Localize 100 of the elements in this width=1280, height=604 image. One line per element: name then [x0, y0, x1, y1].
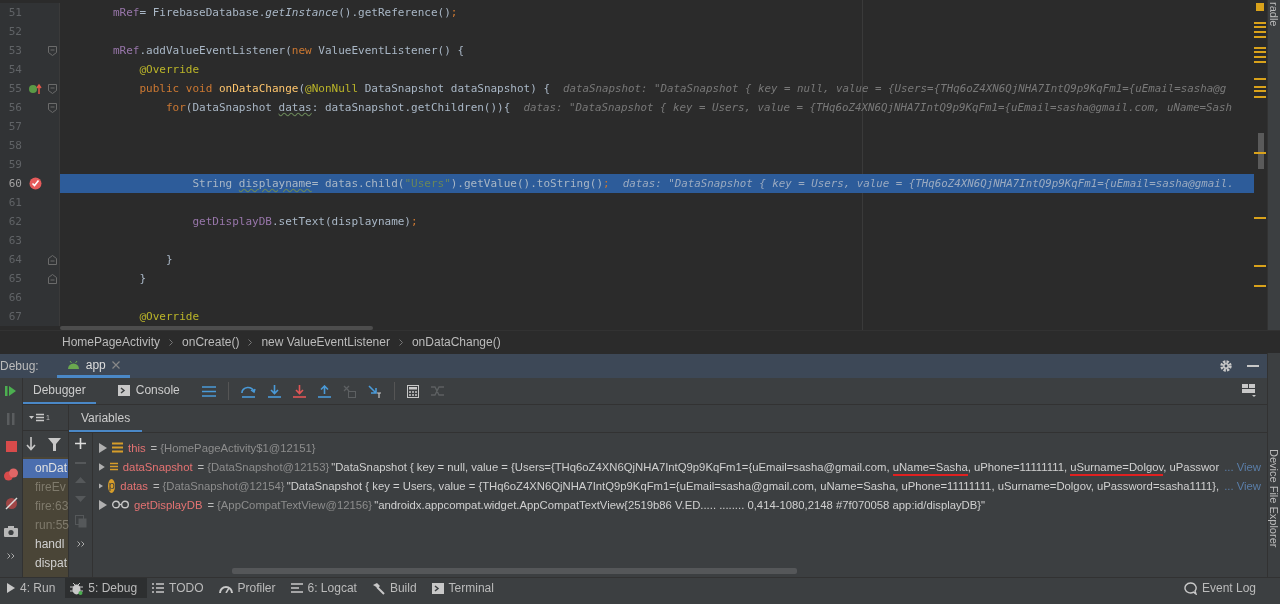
variable-name: datas [120, 479, 148, 492]
session-tab[interactable]: app [56, 354, 130, 378]
tab-label: 4: Run [20, 581, 56, 595]
code-line: getDisplayDB.setText(displayname); [191, 215, 418, 228]
tool-window-tab[interactable]: 5: Debug [65, 578, 148, 598]
equals-sign: = [150, 441, 158, 454]
resume-icon[interactable] [5, 385, 17, 397]
scrollbar[interactable] [60, 326, 373, 330]
object-reference: {AppCompatTextView@12156} [217, 498, 373, 511]
parameter-badge: p [108, 478, 116, 493]
breadcrumb[interactable]: new ValueEventListener [261, 335, 390, 349]
step-over-icon[interactable] [240, 384, 256, 398]
tab-label: Build [389, 581, 417, 595]
chevron-icon [398, 338, 403, 346]
step-out-icon[interactable] [317, 384, 331, 398]
tab-label: TODO [169, 581, 204, 595]
variable-name: this [128, 441, 146, 454]
run-to-cursor-icon[interactable] [367, 384, 382, 398]
variable-value: "androidx.appcompat.widget.AppCompatTextView{2519b86 V.ED..... ........ 0,414-1080,2148 #7f070058 app:id/displayDB}" [374, 498, 986, 511]
fold-icon[interactable] [48, 45, 57, 56]
breadcrumb[interactable]: onCreate() [182, 335, 240, 349]
tool-window-title: Debug: [0, 359, 39, 373]
tab-label: app [85, 357, 106, 372]
mute-breakpoints-icon[interactable] [4, 497, 18, 510]
code-line: @Override [138, 310, 200, 323]
tab-label: Debugger [33, 383, 86, 397]
expand-arrow-icon[interactable] [99, 461, 105, 472]
scrollbar[interactable] [232, 568, 797, 574]
tab[interactable]: Debugger [23, 378, 96, 404]
code-line: public void onDataChange(@NonNull DataSnapshot dataSnapshot) { [138, 82, 551, 95]
fold-icon[interactable] [48, 273, 57, 284]
breadcrumb[interactable]: HomePageActivity [62, 335, 161, 349]
variable-name: getDisplayDB [134, 498, 203, 511]
hammer-icon [371, 581, 385, 595]
side-tab[interactable]: radle [1268, 2, 1280, 27]
dropdown-icon[interactable] [29, 413, 45, 422]
stack-frame[interactable]: onDat [23, 459, 68, 478]
equals-sign: = [153, 479, 160, 492]
tool-window-tab[interactable]: Terminal [426, 578, 504, 598]
play-icon [7, 583, 15, 593]
layout-icon[interactable] [1242, 384, 1257, 397]
tab[interactable]: Console [107, 378, 190, 404]
console-icon [117, 384, 130, 396]
step-into-icon[interactable] [267, 384, 281, 398]
inline-value-hint: datas: "DataSnapshot { key = Users, value = {THq6oZ4XN6QjNHA7IntQ9p9KqFm1={uEmail=sasha@gmail. [622, 177, 1234, 190]
add-icon[interactable] [75, 438, 86, 449]
more-icon[interactable] [7, 553, 15, 559]
object-reference: {DataSnapshot@12153} [207, 460, 330, 473]
tool-window-tab[interactable]: Build [366, 578, 427, 598]
fold-icon[interactable] [48, 83, 57, 94]
tool-window-tab[interactable]: TODO [147, 578, 214, 598]
terminal-icon [431, 582, 444, 594]
settings-icon[interactable] [1219, 359, 1233, 373]
variable-value: "DataSnapshot { key = null, value = {Users={THq6oZ4XN6QjNHA7IntQ9p9KqFm1={uEmail=sasha@gmail.com, uName=Sasha, uPhone=11111111, uSurname=Dolgov, uPasswor [331, 460, 1220, 473]
down-arrow-icon[interactable] [26, 437, 36, 451]
filter-icon[interactable] [48, 437, 61, 451]
minimize-icon[interactable] [1247, 364, 1259, 368]
menu-icon[interactable] [201, 385, 216, 397]
chevron-icon [169, 338, 174, 346]
tab-label: Console [135, 383, 180, 397]
tool-window-tab[interactable]: 6: Logcat [285, 578, 367, 598]
breadcrumb[interactable]: onDataChange() [411, 335, 501, 349]
inline-value-hint: datas: "DataSnapshot { key = Users, value = {THq6oZ4XN6QjNHA7IntQ9p9KqFm1={uEmail=sasha@gmail.com, uName=Sash [523, 101, 1232, 114]
speech-bubble-icon [1183, 581, 1197, 595]
override-icon[interactable] [28, 82, 42, 95]
line-number: 60 [7, 177, 22, 190]
tool-window-tab[interactable]: 4: Run [2, 578, 66, 598]
tab-label: 5: Debug [88, 581, 138, 595]
expand-arrow-icon[interactable] [99, 499, 107, 510]
variable-name: dataSnapshot [122, 460, 193, 473]
gauge-icon [218, 583, 233, 593]
code-line: } [164, 253, 173, 266]
breakpoints-icon[interactable] [4, 468, 18, 481]
side-tab[interactable]: Device File Explorer [1268, 449, 1280, 548]
stack-frame[interactable]: handl [23, 535, 68, 554]
field-icon [109, 461, 118, 472]
equals-sign: = [207, 498, 215, 511]
variable-value: "DataSnapshot { key = Users, value = {THq6oZ4XN6QjNHA7IntQ9p9KqFm1={uEmail=sasha@gmail.com, uName=Sasha, uPhone=11111111, uSurname=Dolgov, uPassword=sasha1111}, [286, 479, 1220, 492]
calculator-icon[interactable] [406, 384, 419, 398]
force-step-into-icon[interactable] [292, 384, 306, 398]
watch-glasses-icon [112, 500, 129, 509]
close-icon[interactable] [111, 360, 120, 369]
camera-icon[interactable] [4, 526, 18, 537]
event-log-button[interactable]: Event Log [1183, 581, 1256, 595]
code-line: } [138, 272, 147, 285]
fold-icon[interactable] [48, 102, 57, 113]
breakpoint-icon[interactable] [28, 177, 42, 190]
equals-sign: = [197, 460, 205, 473]
tab[interactable]: Variables [69, 405, 143, 432]
stop-icon[interactable] [5, 441, 17, 452]
tool-window-tab[interactable]: Profiler [213, 578, 286, 598]
code-line: String displayname= datas.child("Users").getValue().toString(); [191, 177, 610, 190]
chevron-icon [248, 338, 253, 346]
more-icon[interactable] [76, 541, 85, 547]
android-icon [66, 360, 80, 369]
tab-label: 6: Logcat [307, 581, 357, 595]
list-icon [152, 583, 165, 593]
expand-arrow-icon[interactable] [99, 442, 107, 453]
stack-frame[interactable]: dispat [23, 554, 68, 573]
fold-icon[interactable] [48, 254, 57, 265]
